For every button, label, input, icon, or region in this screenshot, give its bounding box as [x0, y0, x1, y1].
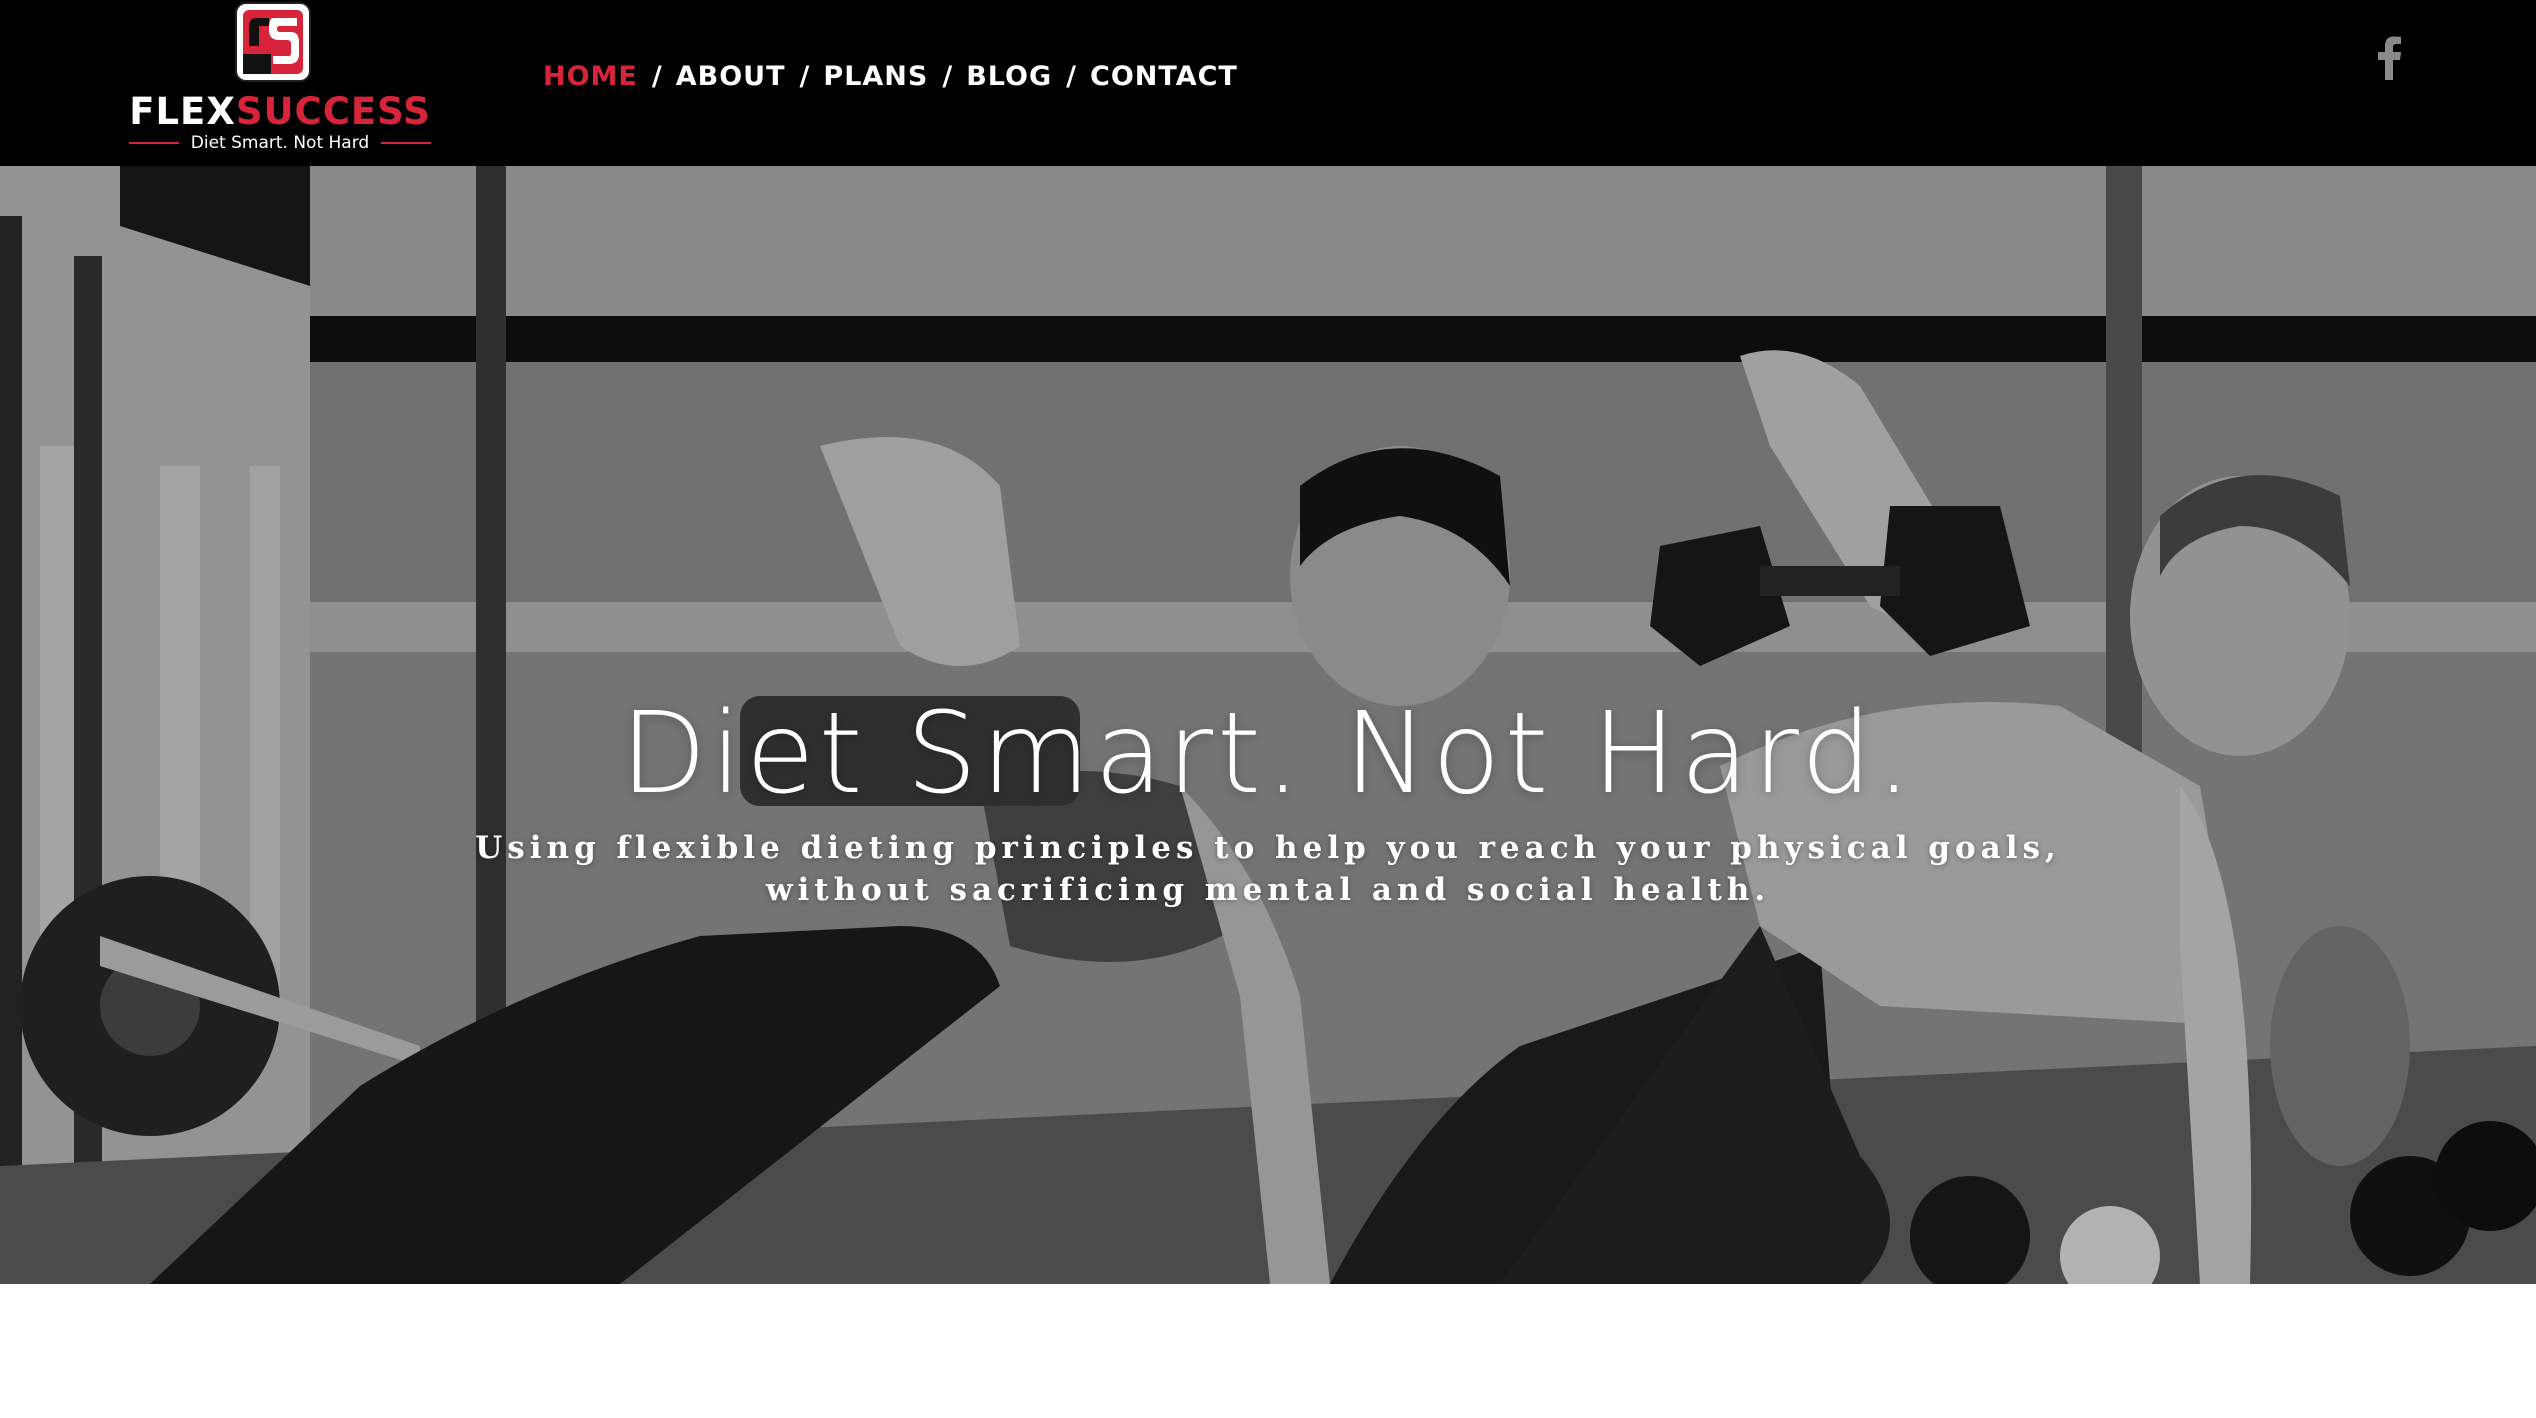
content-area: [0, 1284, 2536, 1418]
logo-word-flex: FLEX: [129, 90, 236, 133]
logo-tagline-rule-right: [381, 142, 432, 144]
hero-subtitle: Using flexible dieting principles to hel…: [0, 827, 2536, 911]
hero-banner: Diet Smart. Not Hard. Using flexible die…: [0, 166, 2536, 1284]
hero-subtitle-line-2: without sacrificing mental and social he…: [765, 872, 1771, 908]
nav-separator: /: [942, 60, 953, 92]
nav-blog[interactable]: BLOG: [966, 61, 1052, 92]
nav-separator: /: [651, 60, 662, 92]
facebook-icon[interactable]: [2374, 36, 2404, 80]
logo-tagline-rule-left: [128, 142, 179, 144]
nav-home[interactable]: HOME: [543, 61, 638, 92]
logo-wordmark: FLEXSUCCESS: [124, 92, 436, 132]
main-nav: HOME / ABOUT / PLANS / BLOG / CONTACT: [543, 56, 1238, 96]
site-logo[interactable]: FLEXSUCCESS Diet Smart. Not Hard: [124, 2, 436, 154]
nav-plans[interactable]: PLANS: [823, 61, 928, 92]
nav-about[interactable]: ABOUT: [676, 61, 786, 92]
logo-badge-icon: [235, 2, 311, 82]
nav-separator: /: [1066, 60, 1077, 92]
hero-subtitle-line-1: Using flexible dieting principles to hel…: [475, 830, 2061, 866]
nav-separator: /: [799, 60, 810, 92]
logo-tagline-row: Diet Smart. Not Hard: [124, 132, 436, 154]
site-header: FLEXSUCCESS Diet Smart. Not Hard HOME / …: [0, 0, 2536, 166]
hero-title: Diet Smart. Not Hard.: [620, 689, 1916, 820]
page: FLEXSUCCESS Diet Smart. Not Hard HOME / …: [0, 0, 2536, 1418]
logo-word-success: SUCCESS: [235, 90, 431, 133]
nav-contact[interactable]: CONTACT: [1090, 61, 1238, 92]
logo-tagline: Diet Smart. Not Hard: [190, 133, 370, 153]
